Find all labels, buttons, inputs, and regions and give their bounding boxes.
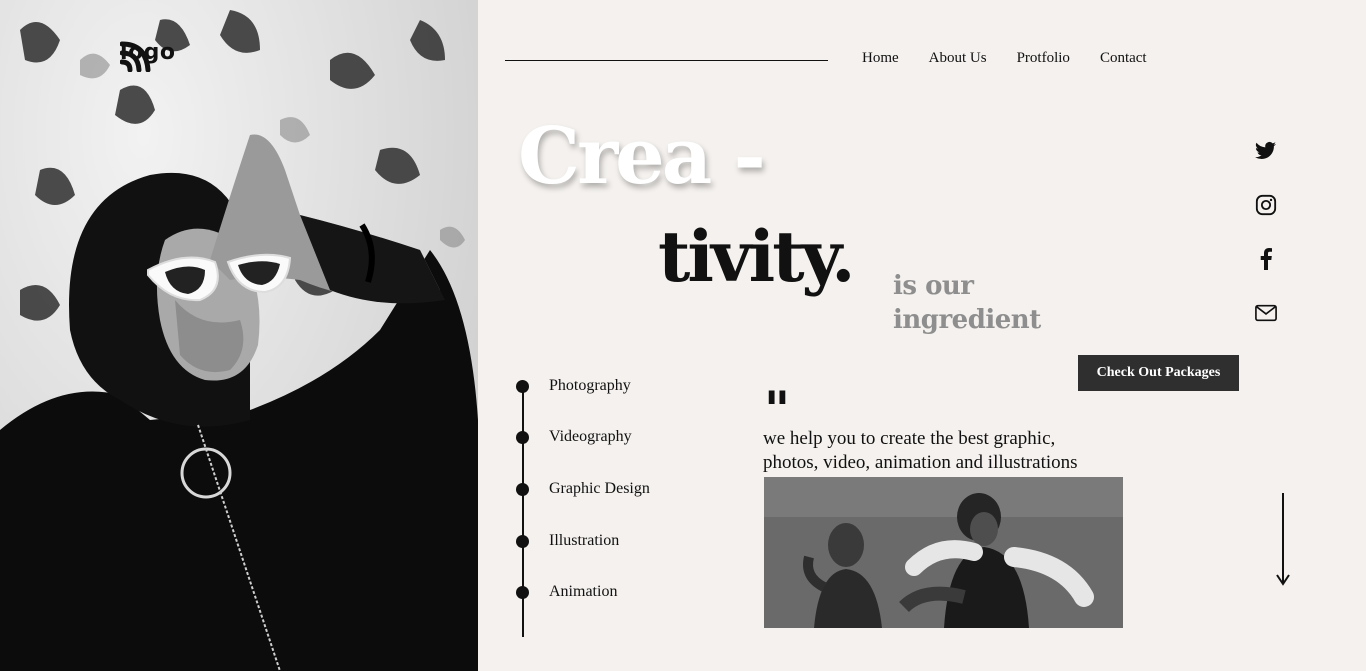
service-label: Videography	[549, 428, 632, 445]
nav-contact[interactable]: Contact	[1100, 50, 1147, 67]
service-illustration[interactable]: Illustration	[516, 532, 619, 550]
timeline-dot	[516, 482, 529, 496]
quote-text: we help you to create the best graphic, …	[763, 427, 1133, 475]
tagline: is our ingredient	[893, 270, 1041, 338]
social-links	[1255, 140, 1277, 324]
service-label: Animation	[549, 583, 618, 600]
service-animation[interactable]: Animation	[516, 583, 617, 601]
hero-photo-illustration	[0, 10, 478, 671]
tagline-line1: is our	[893, 271, 974, 301]
instagram-icon[interactable]	[1255, 194, 1277, 216]
quote-line2: photos, video, animation and illustratio…	[763, 452, 1078, 473]
facebook-icon[interactable]	[1255, 248, 1277, 270]
quote-line1: we help you to create the best graphic,	[763, 428, 1056, 449]
timeline-dot	[516, 379, 529, 393]
nav-about-us[interactable]: About Us	[929, 50, 987, 67]
timeline-dot	[516, 430, 529, 444]
nav-divider	[505, 60, 828, 61]
scroll-down-arrow-icon[interactable]	[1276, 493, 1290, 592]
main-nav: Home About Us Protfolio Contact	[862, 50, 1147, 67]
dancers-illustration	[764, 477, 1123, 628]
service-photography[interactable]: Photography	[516, 377, 631, 395]
hero-photo: logo	[0, 0, 478, 671]
logo[interactable]: logo	[120, 40, 176, 72]
twitter-icon[interactable]	[1255, 140, 1277, 162]
service-label: Graphic Design	[549, 480, 650, 497]
timeline-dot	[516, 534, 529, 548]
service-label: Photography	[549, 377, 631, 394]
service-label: Illustration	[549, 532, 620, 549]
service-graphic-design[interactable]: Graphic Design	[516, 480, 650, 498]
timeline-dot	[516, 585, 529, 599]
headline-part1: Crea -	[518, 111, 766, 202]
nav-home[interactable]: Home	[862, 50, 899, 67]
logo-icon	[120, 41, 151, 72]
dancers-photo	[764, 477, 1123, 628]
nav-portfolio[interactable]: Protfolio	[1017, 50, 1070, 67]
headline-part2: tivity.	[658, 215, 856, 298]
service-videography[interactable]: Videography	[516, 428, 632, 446]
check-out-packages-button[interactable]: Check Out Packages	[1078, 355, 1239, 391]
mail-icon[interactable]	[1255, 302, 1277, 324]
tagline-line2: ingredient	[893, 304, 1041, 335]
